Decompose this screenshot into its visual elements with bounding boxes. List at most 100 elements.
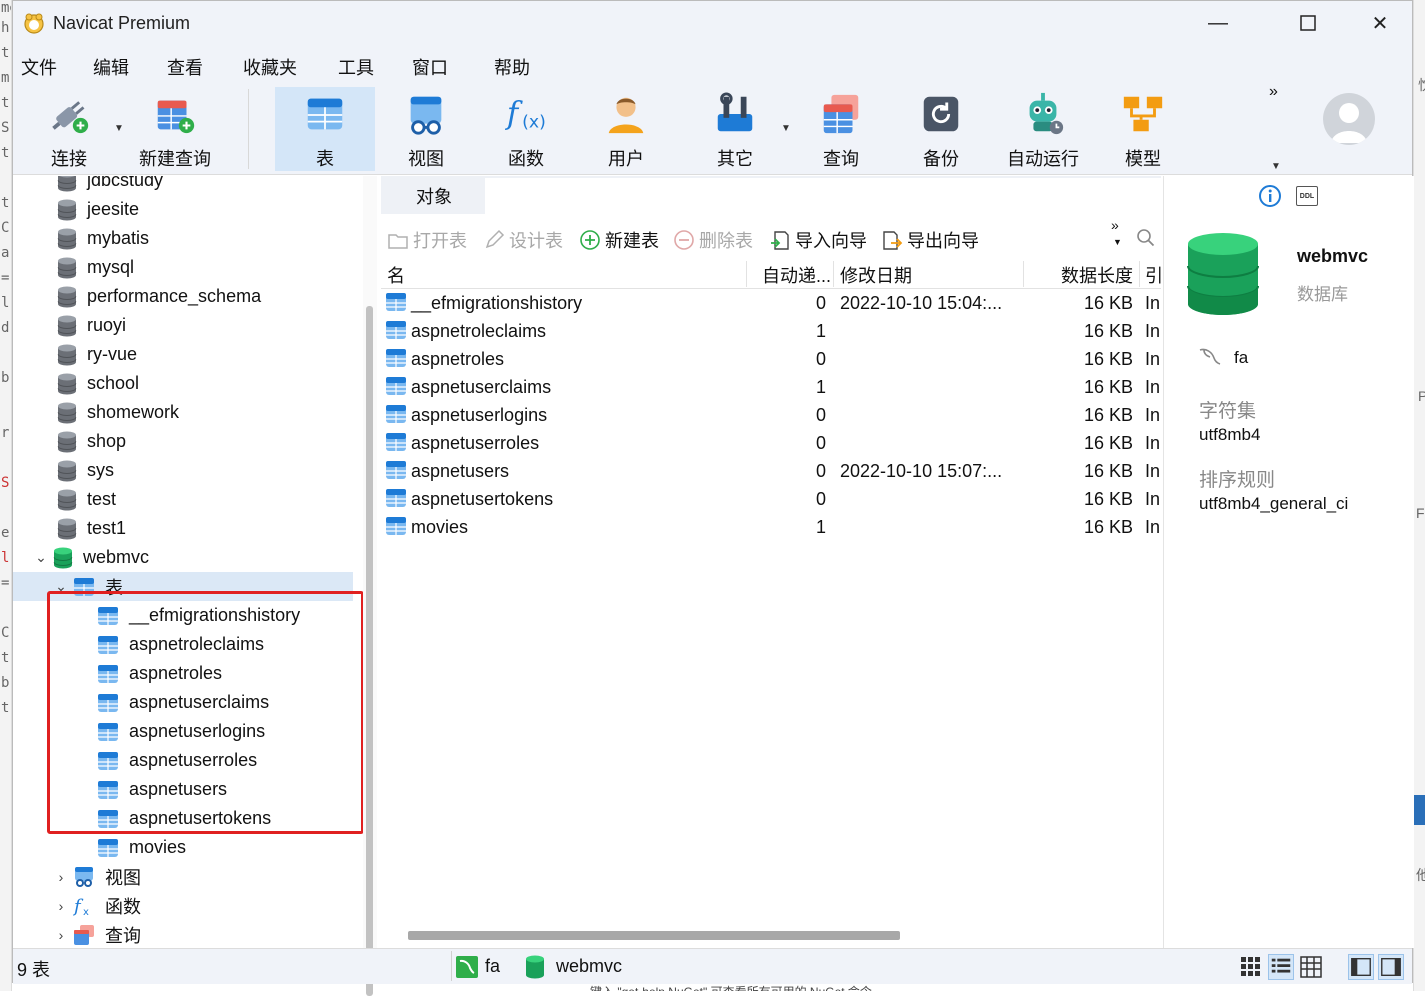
new-query-button[interactable]: 新建查询: [131, 87, 219, 171]
grid-view-icon[interactable]: [1238, 954, 1264, 980]
function-button[interactable]: f (x) 函数: [483, 87, 569, 171]
avatar[interactable]: [1323, 93, 1375, 145]
tree-item-table[interactable]: aspnetroleclaims: [13, 630, 353, 659]
tree-item-database[interactable]: shop: [13, 427, 353, 456]
tree-item-database[interactable]: jeesite: [13, 195, 353, 224]
menu-view[interactable]: 查看: [167, 54, 203, 80]
toolbar-overflow-button[interactable]: »: [1269, 83, 1278, 101]
connect-button[interactable]: 连接: [33, 87, 105, 171]
tree-item-table[interactable]: aspnetuserclaims: [13, 688, 353, 717]
table-row[interactable]: aspnetusers 0 2022-10-10 15:07:... 16 KB In: [381, 458, 1161, 486]
other-button[interactable]: 其它: [693, 87, 777, 171]
user-button[interactable]: 用户: [583, 87, 669, 171]
tree-item-database[interactable]: school: [13, 369, 353, 398]
toggle-left-panel-icon[interactable]: [1348, 954, 1374, 980]
import-wizard-button[interactable]: 导入向导: [769, 227, 867, 253]
grid-scrollbar-thumb[interactable]: [408, 931, 900, 940]
tree-item-table[interactable]: aspnetroles: [13, 659, 353, 688]
design-table-button[interactable]: 设计表: [483, 227, 563, 253]
new-table-button[interactable]: 新建表: [579, 227, 659, 253]
grid-horizontal-scrollbar[interactable]: [381, 926, 1161, 946]
view-button[interactable]: 视图: [383, 87, 469, 171]
tree-item-functions-node[interactable]: › f x 函数: [13, 891, 353, 920]
table-row[interactable]: __efmigrationshistory 0 2022-10-10 15:04:.…: [381, 290, 1161, 318]
menu-edit[interactable]: 编辑: [93, 54, 129, 80]
tree-item-database[interactable]: shomework: [13, 398, 353, 427]
menu-file[interactable]: 文件: [21, 54, 57, 80]
menu-help[interactable]: 帮助: [494, 54, 530, 80]
open-table-button[interactable]: 打开表: [387, 227, 467, 253]
chevron-down-icon[interactable]: ⌄: [53, 578, 69, 595]
sidebar-scrollbar-thumb[interactable]: [366, 306, 373, 996]
tree-item-database[interactable]: test1: [13, 514, 353, 543]
column-divider[interactable]: [746, 261, 747, 287]
tree-item-database[interactable]: sys: [13, 456, 353, 485]
tree-item-label: mybatis: [87, 228, 150, 248]
close-button[interactable]: ✕: [1360, 7, 1400, 39]
minimize-button[interactable]: —: [1198, 7, 1238, 39]
column-header-auto-increment[interactable]: 自动递...: [762, 262, 831, 288]
chevron-down-icon[interactable]: ⌄: [33, 549, 49, 566]
chevron-right-icon[interactable]: ›: [53, 898, 69, 914]
table-row[interactable]: aspnetroles 0 16 KB In: [381, 346, 1161, 374]
info-icon[interactable]: [1258, 184, 1282, 208]
toolbar-customize-icon[interactable]: ▼: [1271, 161, 1281, 172]
sidebar-scrollbar[interactable]: [363, 176, 377, 996]
tree-item-database[interactable]: ry-vue: [13, 340, 353, 369]
query-button[interactable]: 查询: [798, 87, 884, 171]
objbar-overflow-button[interactable]: »: [1111, 217, 1119, 233]
table-row[interactable]: aspnetusertokens 0 16 KB In: [381, 486, 1161, 514]
maximize-button[interactable]: [1288, 7, 1328, 39]
menu-tools[interactable]: 工具: [338, 54, 374, 80]
model-button[interactable]: 模型: [1101, 87, 1185, 171]
column-divider[interactable]: [833, 261, 834, 287]
list-view-icon[interactable]: [1268, 954, 1294, 980]
menu-window[interactable]: 窗口: [412, 54, 448, 80]
table-row[interactable]: aspnetuserroles 0 16 KB In: [381, 430, 1161, 458]
menu-favorites[interactable]: 收藏夹: [243, 54, 297, 80]
tree-item-table[interactable]: aspnetuserroles: [13, 746, 353, 775]
chevron-right-icon[interactable]: ›: [53, 927, 69, 943]
search-icon[interactable]: [1135, 227, 1157, 249]
tree-item-tables-node[interactable]: ⌄ 表: [13, 572, 353, 601]
toggle-right-panel-icon[interactable]: [1378, 954, 1404, 980]
tree-item-database[interactable]: performance_schema: [13, 282, 353, 311]
objbar-dropdown-icon[interactable]: ▼: [1113, 237, 1122, 247]
column-divider[interactable]: [1139, 261, 1140, 287]
other-dropdown-icon[interactable]: ▼: [781, 123, 791, 134]
export-wizard-button[interactable]: 导出向导: [881, 227, 979, 253]
automation-button[interactable]: 自动运行: [998, 87, 1088, 171]
column-header-engine[interactable]: 引: [1145, 262, 1161, 288]
tree-item-database-webmvc[interactable]: ⌄ webmvc: [13, 543, 353, 572]
tree-item-table[interactable]: __efmigrationshistory: [13, 601, 353, 630]
table-button[interactable]: 表: [275, 87, 375, 171]
table-row[interactable]: aspnetuserclaims 1 16 KB In: [381, 374, 1161, 402]
tree-item-database[interactable]: jdbcstudy: [13, 176, 353, 195]
table-row[interactable]: aspnetuserlogins 0 16 KB In: [381, 402, 1161, 430]
tree-item-queries-node[interactable]: › 查询: [13, 920, 353, 948]
table-row[interactable]: aspnetroleclaims 1 16 KB In: [381, 318, 1161, 346]
background-window-strip: 忱 P F( 他: [1413, 0, 1425, 991]
cell-auto-increment: 0: [816, 461, 827, 481]
chevron-right-icon[interactable]: ›: [53, 869, 69, 885]
tree-item-table[interactable]: aspnetusertokens: [13, 804, 353, 833]
tree-item-table[interactable]: aspnetuserlogins: [13, 717, 353, 746]
tree-item-database[interactable]: mybatis: [13, 224, 353, 253]
backup-button[interactable]: 备份: [898, 87, 984, 171]
tab-objects[interactable]: 对象: [385, 178, 483, 214]
tree-item-database[interactable]: mysql: [13, 253, 353, 282]
column-divider[interactable]: [1023, 261, 1024, 287]
tree-item-database[interactable]: test: [13, 485, 353, 514]
column-header-modified-date[interactable]: 修改日期: [840, 262, 912, 288]
connect-dropdown-icon[interactable]: ▼: [114, 123, 124, 134]
table-row[interactable]: movies 1 16 KB In: [381, 514, 1161, 542]
tree-item-table[interactable]: movies: [13, 833, 353, 862]
delete-table-button[interactable]: 删除表: [673, 227, 753, 253]
column-header-data-length[interactable]: 数据长度: [1061, 262, 1133, 288]
detail-view-icon[interactable]: [1298, 954, 1324, 980]
tree-item-views-node[interactable]: › 视图: [13, 862, 353, 891]
column-header-name[interactable]: 名: [387, 262, 405, 288]
tree-item-database[interactable]: ruoyi: [13, 311, 353, 340]
tree-item-table[interactable]: aspnetusers: [13, 775, 353, 804]
ddl-button[interactable]: DDL: [1296, 186, 1318, 206]
